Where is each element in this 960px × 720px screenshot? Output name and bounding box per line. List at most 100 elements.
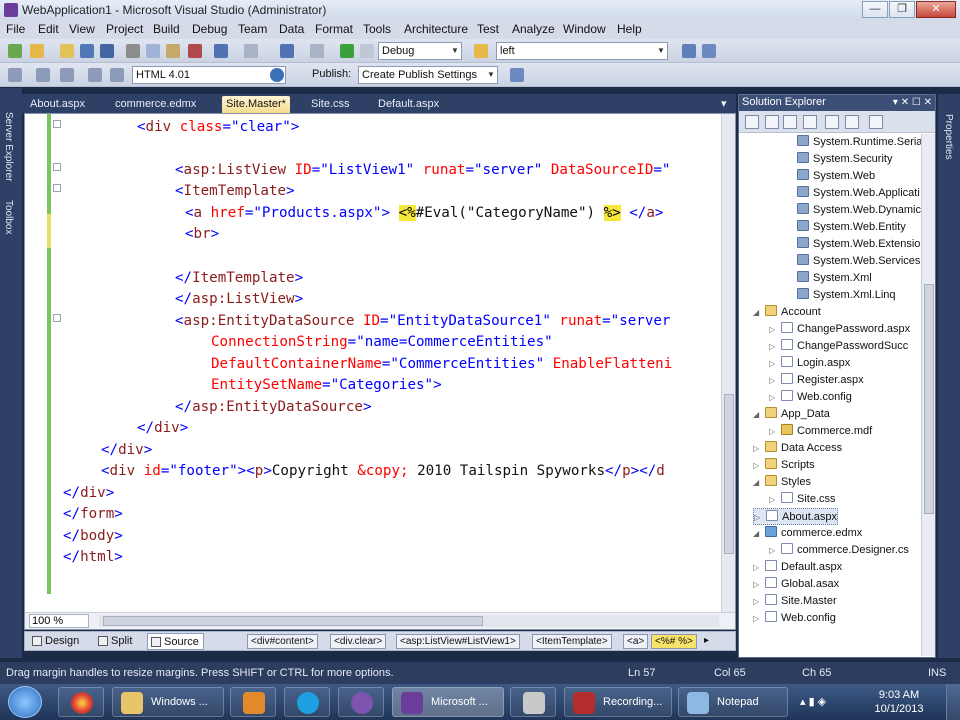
expand-arrow-icon[interactable]: ▷ bbox=[769, 338, 781, 355]
collapse-arrow-icon[interactable]: ◢ bbox=[753, 406, 765, 423]
toolbox-tab[interactable]: Toolbox bbox=[3, 200, 14, 234]
close-button[interactable]: ✕ bbox=[916, 1, 956, 18]
code-editor[interactable]: <div class="clear"> <asp:ListView ID="Li… bbox=[24, 113, 736, 630]
comment-icon[interactable] bbox=[60, 68, 74, 82]
tree-item[interactable]: ▷ About.aspx bbox=[753, 508, 839, 526]
maximize-button[interactable]: ❐ bbox=[889, 1, 915, 18]
nest-related-files-icon[interactable] bbox=[803, 115, 817, 129]
tree-item[interactable]: ▷ Site.Master bbox=[753, 593, 837, 610]
breadcrumb-scroll-right-icon[interactable]: ▸ bbox=[701, 634, 712, 649]
outdent-icon[interactable] bbox=[8, 68, 22, 82]
paste-icon[interactable] bbox=[166, 44, 180, 58]
taskbar-skype[interactable] bbox=[284, 687, 330, 717]
cut-icon[interactable] bbox=[126, 44, 140, 58]
menu-help[interactable]: Help bbox=[617, 22, 642, 36]
tray-icons[interactable]: ▴ ▮ ◈ bbox=[800, 695, 826, 708]
taskbar-microsoft-visual-studio[interactable]: Microsoft ... bbox=[392, 687, 504, 717]
show-all-files-icon[interactable] bbox=[765, 115, 779, 129]
expand-arrow-icon[interactable]: ▷ bbox=[769, 355, 781, 372]
expand-arrow-icon[interactable]: ▷ bbox=[769, 372, 781, 389]
tree-item[interactable]: ▷ Site.css bbox=[769, 491, 836, 508]
menu-analyze[interactable]: Analyze bbox=[512, 22, 555, 36]
menu-build[interactable]: Build bbox=[153, 22, 180, 36]
attach-icon[interactable] bbox=[360, 44, 374, 58]
copy-website-icon[interactable] bbox=[869, 115, 883, 129]
properties-tab[interactable]: Properties bbox=[943, 114, 954, 160]
menu-file[interactable]: File bbox=[6, 22, 25, 36]
tree-item[interactable]: ◢ Account bbox=[753, 304, 821, 321]
breadcrumb-code-block[interactable]: <%# %> bbox=[651, 634, 697, 649]
solution-explorer-icon[interactable] bbox=[682, 44, 696, 58]
tree-item[interactable]: ▷ ChangePassword.aspx bbox=[769, 321, 910, 338]
tree-item[interactable]: ▷ Web.config bbox=[769, 389, 852, 406]
expand-arrow-icon[interactable]: ▷ bbox=[753, 559, 765, 576]
tree-item[interactable]: System.Web.Dynamicl bbox=[785, 202, 921, 219]
tree-item[interactable]: System.Web.Services bbox=[785, 253, 920, 270]
code-text[interactable]: <div class="clear"> <asp:ListView ID="Li… bbox=[63, 114, 723, 614]
redo-icon[interactable] bbox=[244, 44, 258, 58]
breadcrumb-listview[interactable]: <asp:ListView#ListView1> bbox=[396, 634, 520, 649]
tree-item[interactable]: ◢ App_Data bbox=[753, 406, 830, 423]
tab-commerce-edmx[interactable]: commerce.edmx bbox=[111, 96, 200, 113]
scroll-thumb[interactable] bbox=[103, 616, 483, 626]
panel-controls[interactable]: ▾ ✕ ☐ ✕ bbox=[893, 95, 932, 110]
undo-icon[interactable] bbox=[214, 44, 228, 58]
taskbar-visual-studio-app[interactable] bbox=[338, 687, 384, 717]
delete-icon[interactable] bbox=[188, 44, 202, 58]
menu-team[interactable]: Team bbox=[238, 22, 267, 36]
expand-arrow-icon[interactable]: ▷ bbox=[769, 423, 781, 440]
collapse-icon[interactable] bbox=[53, 163, 61, 171]
tree-item[interactable]: System.Runtime.Serial bbox=[785, 134, 921, 151]
menu-project[interactable]: Project bbox=[106, 22, 143, 36]
properties-icon[interactable] bbox=[745, 115, 759, 129]
start-button[interactable] bbox=[8, 686, 42, 718]
collapse-arrow-icon[interactable]: ◢ bbox=[753, 304, 765, 321]
split-view-button[interactable]: Split bbox=[95, 633, 136, 650]
tab-list-chevron-icon[interactable]: ▾ bbox=[717, 96, 731, 113]
expand-arrow-icon[interactable]: ▷ bbox=[769, 321, 781, 338]
clock[interactable]: 9:03 AM 10/1/2013 bbox=[864, 688, 934, 716]
menu-test[interactable]: Test bbox=[477, 22, 499, 36]
scroll-thumb[interactable] bbox=[924, 284, 934, 514]
breadcrumb-a[interactable]: <a> bbox=[623, 634, 649, 649]
solution-configuration-select[interactable]: Debug ▼ bbox=[378, 42, 462, 60]
taskbar-chrome[interactable] bbox=[58, 687, 104, 717]
tab-about-aspx[interactable]: About.aspx bbox=[26, 96, 89, 113]
zoom-select[interactable]: 100 % bbox=[29, 614, 89, 628]
expand-arrow-icon[interactable]: ▷ bbox=[754, 509, 766, 526]
publish-web-icon[interactable] bbox=[510, 68, 524, 82]
tree-item[interactable]: System.Web.Extension bbox=[785, 236, 921, 253]
menu-data[interactable]: Data bbox=[279, 22, 304, 36]
expand-arrow-icon[interactable]: ▷ bbox=[753, 593, 765, 610]
refresh-icon[interactable] bbox=[783, 115, 797, 129]
view-designer-icon[interactable] bbox=[845, 115, 859, 129]
start-debugging-icon[interactable] bbox=[340, 44, 354, 58]
tree-item[interactable]: System.Web.Applicati bbox=[785, 185, 920, 202]
uncomment-icon[interactable] bbox=[110, 68, 124, 82]
menu-tools[interactable]: Tools bbox=[363, 22, 391, 36]
tree-item[interactable]: System.Xml bbox=[785, 270, 872, 287]
tree-item[interactable]: ▷ Default.aspx bbox=[753, 559, 842, 576]
editor-horizontal-scrollbar[interactable] bbox=[99, 615, 719, 627]
breadcrumb-itemtemplate[interactable]: <ItemTemplate> bbox=[532, 634, 612, 649]
tree-item[interactable]: System.Xml.Linq bbox=[785, 287, 896, 304]
tree-item[interactable]: System.Security bbox=[785, 151, 892, 168]
server-explorer-tab[interactable]: Server Explorer bbox=[3, 112, 14, 181]
new-project-icon[interactable] bbox=[8, 44, 22, 58]
tree-item[interactable]: ▷ Global.asax bbox=[753, 576, 839, 593]
tree-item[interactable]: ▷ Scripts bbox=[753, 457, 815, 474]
menu-window[interactable]: Window bbox=[563, 22, 606, 36]
collapse-icon[interactable] bbox=[53, 120, 61, 128]
tree-item[interactable]: ▷ ChangePasswordSucc bbox=[769, 338, 908, 355]
taskbar-tools[interactable] bbox=[510, 687, 556, 717]
expand-arrow-icon[interactable]: ▷ bbox=[753, 576, 765, 593]
collapse-icon[interactable] bbox=[53, 184, 61, 192]
expand-arrow-icon[interactable]: ▷ bbox=[769, 389, 781, 406]
validation-icon[interactable] bbox=[270, 68, 284, 82]
tab-default-aspx[interactable]: Default.aspx bbox=[374, 96, 443, 113]
tree-item[interactable]: ◢ Styles bbox=[753, 474, 811, 491]
open-file-icon[interactable] bbox=[60, 44, 74, 58]
source-view-button[interactable]: Source bbox=[147, 633, 204, 650]
collapse-arrow-icon[interactable]: ◢ bbox=[753, 525, 765, 542]
publish-select[interactable]: Create Publish Settings ▼ bbox=[358, 66, 498, 84]
